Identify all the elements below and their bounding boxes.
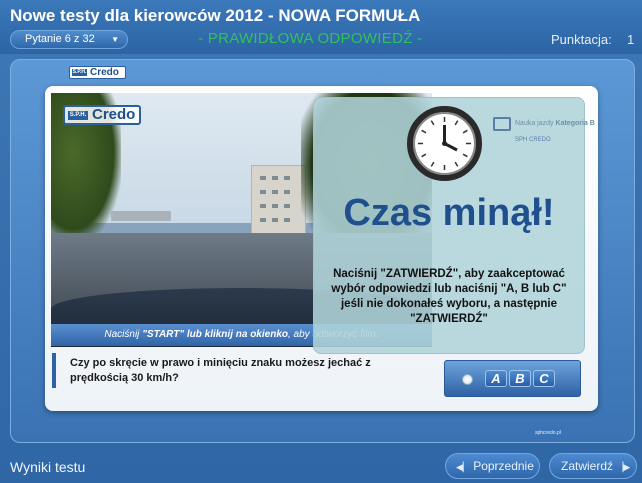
answer-b-button[interactable]: B: [509, 370, 531, 387]
brand-watermark: Nauka jazdy Kategoria B: [515, 120, 595, 127]
prev-arrow-icon: ◀▏: [456, 462, 470, 472]
answer-radio[interactable]: [462, 374, 473, 385]
score-value: 1: [627, 32, 635, 47]
timeout-instruction: Naciśnij "ZATWIERDŹ", aby zaakceptować w…: [331, 268, 567, 325]
logo-prefix: S.P.H.: [72, 69, 87, 76]
confirm-button[interactable]: Zatwierdź ▕▶: [549, 453, 637, 479]
chevron-down-icon: ▼: [111, 35, 119, 44]
answer-status: - PRAWIDŁOWA ODPOWIEDŹ -: [198, 30, 423, 47]
answer-c-button[interactable]: C: [533, 370, 555, 387]
brand-text: Nauka jazdy: [515, 120, 554, 127]
caption-start: Naciśnij: [104, 329, 143, 340]
logo-text: Credo: [90, 67, 119, 78]
video-cars: [111, 211, 171, 221]
question-selector-label: Pytanie 6 z 32: [25, 33, 95, 45]
clock-icon: [407, 106, 482, 181]
next-arrow-icon: ▕▶: [616, 462, 631, 472]
results-link[interactable]: Wyniki testu: [10, 459, 85, 475]
video-logo: S.P.H. Credo: [63, 105, 141, 125]
brand-sub: SPH CREDO: [515, 137, 551, 143]
question-selector[interactable]: Pytanie 6 z 32 ▼: [10, 30, 128, 49]
brand-kat: Kategoria B: [555, 120, 595, 127]
caption-bold: "START" lub kliknij na okienko: [142, 329, 288, 340]
prev-label: Poprzednie: [473, 459, 534, 473]
prev-button[interactable]: ◀▏ Poprzednie: [445, 453, 540, 479]
footer-brand: sphcredo.pl: [535, 430, 561, 436]
question-text: Czy po skręcie w prawo i minięciu znaku …: [52, 353, 396, 388]
score-label: Punktacja:: [551, 32, 612, 47]
driving-school-icon: [493, 117, 511, 131]
timeout-message: Czas minął!: [343, 192, 555, 234]
app-title: Nowe testy dla kierowców 2012 - NOWA FOR…: [10, 6, 421, 25]
video-logo-text: Credo: [92, 106, 136, 123]
credo-logo: S.P.H. Credo: [69, 66, 126, 79]
video-logo-prefix: S.P.H.: [68, 111, 88, 120]
confirm-label: Zatwierdź: [561, 459, 614, 473]
header-bar: Nowe testy dla kierowców 2012 - NOWA FOR…: [0, 0, 642, 54]
answer-a-button[interactable]: A: [485, 370, 507, 387]
